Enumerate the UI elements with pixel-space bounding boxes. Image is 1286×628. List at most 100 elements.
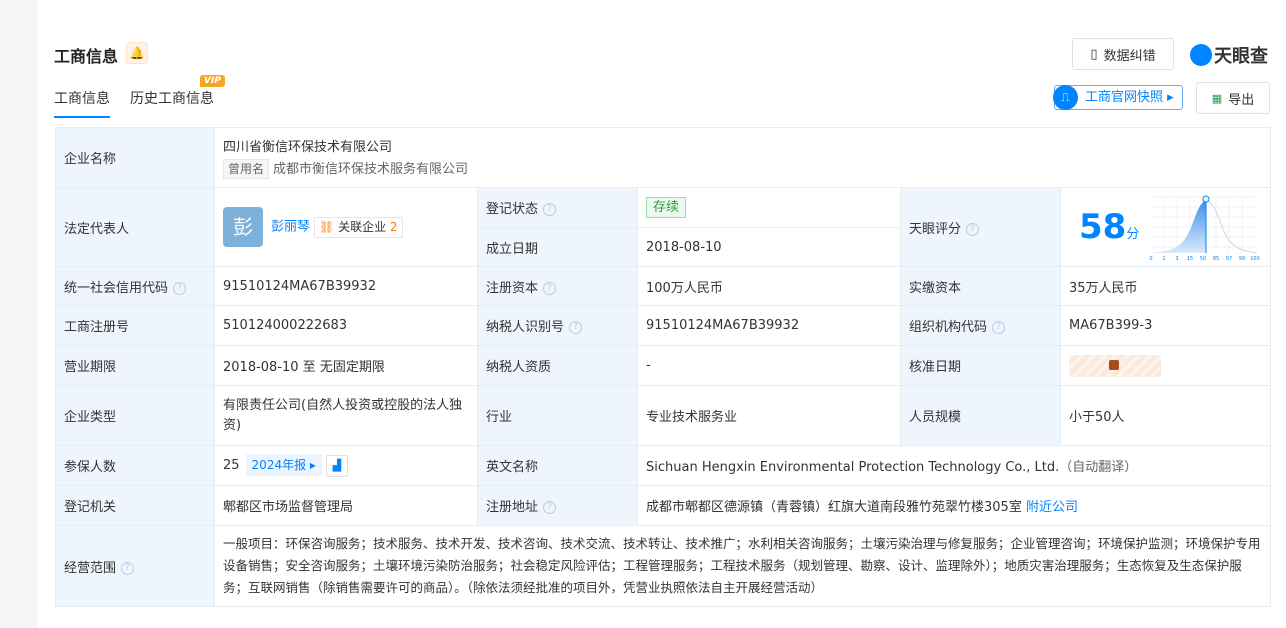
tab-history-business-info[interactable]: 历史工商信息 bbox=[130, 88, 214, 108]
score-axis-tick: 3 bbox=[1175, 256, 1178, 261]
industry: 专业技术服务业 bbox=[637, 385, 901, 446]
lock-icon[interactable] bbox=[1069, 354, 1161, 377]
capital: 100万人民币 bbox=[637, 266, 901, 306]
label-staff: 人员规模 bbox=[900, 385, 1061, 446]
score-axis-tick: 100 bbox=[1250, 256, 1260, 261]
label-company-type: 企业类型 bbox=[55, 385, 215, 446]
company-name-cell: 四川省衡信环保技术有限公司 曾用名 成都市衡信环保技术服务有限公司 bbox=[214, 127, 1271, 188]
network-icon: ⛓ bbox=[319, 219, 335, 234]
score-axis-tick: 0 bbox=[1149, 256, 1152, 261]
en-name-cell: Sichuan Hengxin Environmental Protection… bbox=[637, 445, 1271, 486]
label-found-date: 成立日期 bbox=[477, 227, 638, 267]
document-icon: ▯ bbox=[1090, 46, 1098, 62]
approve-date-locked[interactable] bbox=[1060, 345, 1271, 386]
capital-label: 注册资本 bbox=[486, 280, 539, 296]
score-axis-tick: 1 bbox=[1162, 256, 1165, 261]
bell-icon[interactable]: 🔔 bbox=[126, 42, 148, 64]
org-label: 组织机构代码 bbox=[909, 320, 988, 335]
scope-label: 经营范围 bbox=[64, 560, 117, 576]
related-count: 2 bbox=[389, 219, 398, 234]
tab-business-info[interactable]: 工商信息 bbox=[54, 88, 110, 118]
help-icon[interactable]: ? bbox=[173, 281, 187, 295]
logo-icon bbox=[1190, 44, 1212, 66]
insured: 25 bbox=[223, 458, 240, 474]
help-icon[interactable]: ? bbox=[569, 321, 583, 334]
score-label: 天眼评分 bbox=[909, 221, 962, 237]
tianyancha-logo: 天眼查 bbox=[1190, 42, 1268, 68]
credit-code: 91510124MA67B39932 bbox=[214, 266, 478, 306]
status-label: 登记状态 bbox=[486, 202, 539, 217]
addr-label: 注册地址 bbox=[486, 500, 539, 515]
label-status: 登记状态? bbox=[477, 187, 638, 228]
label-credit-code: 统一社会信用代码? bbox=[55, 266, 215, 306]
label-score: 天眼评分? bbox=[900, 187, 1061, 267]
help-icon[interactable]: ? bbox=[543, 281, 557, 295]
help-icon[interactable]: ? bbox=[992, 321, 1006, 334]
section-title: 工商信息 bbox=[54, 47, 119, 66]
tax-label: 纳税人识别号 bbox=[486, 320, 565, 335]
nearby-companies-link[interactable]: 附近公司 bbox=[1026, 500, 1078, 515]
label-term: 营业期限 bbox=[55, 345, 215, 386]
business-snapshot-button[interactable]: ⎍ 工商官网快照 ▸ bbox=[1053, 85, 1183, 110]
paid-capital: 35万人民币 bbox=[1060, 266, 1271, 306]
authority: 郫都区市场监督管理局 bbox=[214, 485, 478, 526]
term: 2018-08-10 至 无固定期限 bbox=[214, 345, 478, 386]
export-button[interactable]: ▦ 导出 bbox=[1196, 82, 1270, 114]
logo-text: 天眼查 bbox=[1214, 46, 1268, 67]
tax-qual: - bbox=[637, 345, 901, 386]
score-axis-tick: 99 bbox=[1239, 256, 1245, 261]
address: 成都市郫都区德源镇（青蓉镇）红旗大道南段雅竹苑翠竹楼305室 bbox=[646, 500, 1022, 515]
avatar[interactable]: 彭 bbox=[223, 207, 263, 247]
legal-rep-link[interactable]: 彭丽琴 bbox=[271, 220, 310, 235]
score-axis-tick: 85 bbox=[1213, 256, 1219, 261]
found-date: 2018-08-10 bbox=[637, 227, 901, 267]
stamp-icon: ⎍ bbox=[1053, 85, 1078, 110]
business-info-table: 企业名称 四川省衡信环保技术有限公司 曾用名 成都市衡信环保技术服务有限公司 法定… bbox=[55, 127, 1271, 607]
snapshot-label: 工商官网快照 bbox=[1085, 90, 1164, 105]
legal-rep-cell: 彭彭丽琴 ⛓ 关联企业 2 bbox=[214, 187, 478, 267]
company-type: 有限责任公司(自然人投资或控股的法人独资) bbox=[214, 385, 478, 446]
label-org-code: 组织机构代码? bbox=[900, 305, 1061, 346]
related-companies-button[interactable]: ⛓ 关联企业 2 bbox=[314, 216, 403, 238]
data-correction-button[interactable]: ▯ 数据纠错 bbox=[1072, 38, 1174, 70]
related-label: 关联企业 bbox=[338, 219, 387, 234]
export-label: 导出 bbox=[1228, 92, 1255, 108]
label-en-name: 英文名称 bbox=[477, 445, 638, 486]
chart-icon[interactable]: ▟ bbox=[325, 454, 348, 477]
label-scope: 经营范围? bbox=[55, 525, 215, 607]
label-insured: 参保人数 bbox=[55, 445, 215, 486]
status-cell: 存续 bbox=[637, 187, 901, 228]
annual-report-link[interactable]: 2024年报 ▸ bbox=[245, 454, 322, 477]
label-tax-qual: 纳税人资质 bbox=[477, 345, 638, 386]
score-unit: 分 bbox=[1126, 227, 1140, 242]
label-capital: 注册资本? bbox=[477, 266, 638, 306]
label-address: 注册地址? bbox=[477, 485, 638, 526]
score-cell[interactable]: 58分 0 1 3 15 50 85 97 99 100 bbox=[1060, 187, 1271, 267]
help-icon[interactable]: ? bbox=[543, 501, 557, 514]
label-approve-date: 核准日期 bbox=[900, 345, 1061, 386]
status-badge: 存续 bbox=[646, 197, 687, 218]
help-icon[interactable]: ? bbox=[966, 222, 980, 236]
former-name-tag: 曾用名 bbox=[223, 159, 270, 179]
business-scope: 一般项目：环保咨询服务；技术服务、技术开发、技术咨询、技术交流、技术转让、技术推… bbox=[214, 525, 1271, 607]
score-distribution-chart: 0 1 3 15 50 85 97 99 100 bbox=[1149, 195, 1260, 261]
label-tax-id: 纳税人识别号? bbox=[477, 305, 638, 346]
label-paid-capital: 实缴资本 bbox=[900, 266, 1061, 306]
vip-badge: VIP bbox=[200, 75, 225, 87]
business-info-panel: 工商信息 🔔 工商信息 历史工商信息 VIP ▯ 数据纠错 天眼查 ⎍ 工商官网快照… bbox=[38, 0, 1286, 628]
report-label: 2024年报 bbox=[251, 458, 307, 473]
help-icon[interactable]: ? bbox=[543, 203, 557, 216]
address-cell: 成都市郫都区德源镇（青蓉镇）红旗大道南段雅竹苑翠竹楼305室 附近公司 bbox=[637, 485, 1271, 526]
score-axis-tick: 50 bbox=[1200, 256, 1206, 261]
label-reg-no: 工商注册号 bbox=[55, 305, 215, 346]
former-name: 成都市衡信环保技术服务有限公司 bbox=[273, 162, 469, 177]
label-company-name: 企业名称 bbox=[55, 127, 215, 188]
score-axis-tick: 15 bbox=[1187, 256, 1193, 261]
tax-id: 91510124MA67B39932 bbox=[637, 305, 901, 346]
org-code: MA67B399-3 bbox=[1060, 305, 1271, 346]
credit-label: 统一社会信用代码 bbox=[64, 280, 169, 296]
help-icon[interactable]: ? bbox=[121, 561, 135, 575]
auto-translate-note: （自动翻译） bbox=[1059, 460, 1138, 475]
insured-cell: 25 2024年报 ▸ ▟ bbox=[214, 445, 478, 486]
label-industry: 行业 bbox=[477, 385, 638, 446]
